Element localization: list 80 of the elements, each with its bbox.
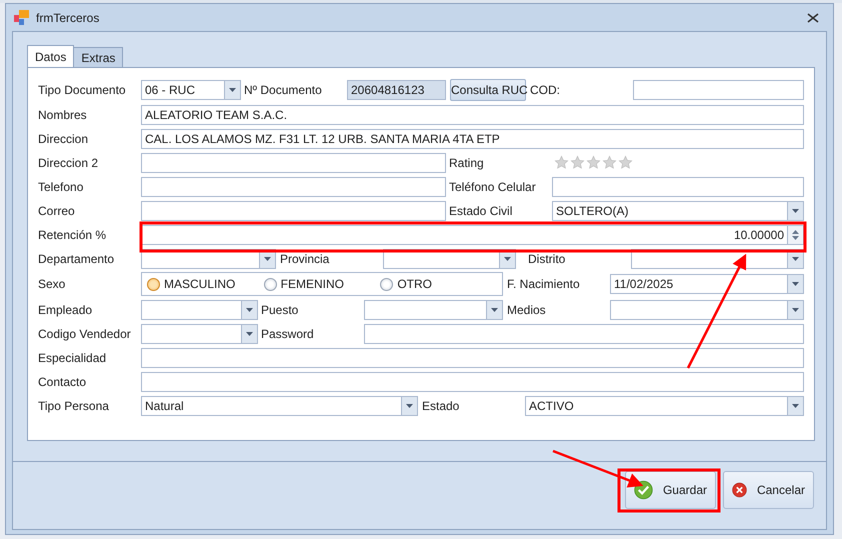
dropdown[interactable] xyxy=(610,300,804,320)
caret-icon xyxy=(792,208,799,212)
field-label: Estado Civil xyxy=(449,202,512,220)
dropdown[interactable]: 11/02/2025 xyxy=(610,274,804,294)
field-label: Password xyxy=(261,326,314,342)
tab[interactable]: Extras xyxy=(74,47,124,67)
caret-icon xyxy=(229,88,236,92)
radio-option[interactable]: OTRO xyxy=(380,275,498,293)
input-field[interactable] xyxy=(141,372,804,392)
star-icon[interactable] xyxy=(618,155,633,170)
number-field[interactable]: 10.00000 xyxy=(141,224,804,244)
field-label: Departamento xyxy=(38,250,114,268)
field-label: Contacto xyxy=(38,374,86,390)
field-label: Nombres xyxy=(38,106,87,124)
close-icon[interactable] xyxy=(807,12,819,22)
field-label: Direccion xyxy=(38,130,88,148)
input-field[interactable] xyxy=(141,152,446,172)
input-field[interactable] xyxy=(141,200,446,220)
caret-icon xyxy=(792,256,799,260)
radio-button[interactable] xyxy=(264,278,277,290)
star-rating[interactable] xyxy=(554,155,633,170)
input-field[interactable] xyxy=(633,80,804,100)
consult-button[interactable]: Consulta RUC xyxy=(450,79,526,101)
field-label: Teléfono Celular xyxy=(449,178,536,196)
field-label: Distrito xyxy=(528,250,566,268)
star-icon[interactable] xyxy=(602,155,617,170)
app-logo-icon xyxy=(14,10,30,26)
dropdown[interactable] xyxy=(364,300,503,320)
radio-button[interactable] xyxy=(380,278,394,290)
dropdown[interactable]: 06 - RUC xyxy=(141,80,241,100)
field-label: Tipo Documento xyxy=(38,82,126,99)
field-label: Retención % xyxy=(38,226,106,244)
radio-option[interactable]: MASCULINO xyxy=(147,275,264,293)
field-label: F. Nacimiento xyxy=(507,276,580,293)
field-label: Tipo Persona xyxy=(38,398,109,414)
star-icon[interactable] xyxy=(570,155,585,170)
radio-button[interactable] xyxy=(147,278,160,290)
window-title: frmTerceros xyxy=(36,10,100,26)
field-label: Nº Documento xyxy=(244,82,322,99)
input-field[interactable]: 20604816123 xyxy=(347,80,446,100)
input-field[interactable] xyxy=(141,176,446,196)
field-label: Correo xyxy=(38,202,75,220)
caret-icon xyxy=(792,308,799,312)
field-label: Especialidad xyxy=(38,350,106,366)
radio-option[interactable]: FEMENINO xyxy=(264,275,380,293)
dropdown[interactable]: Natural xyxy=(141,396,418,416)
input-field[interactable]: CAL. LOS ALAMOS MZ. F31 LT. 12 URB. SANTA MARIA 4TA ETP xyxy=(141,128,804,148)
field-label: Telefono xyxy=(38,178,84,196)
tab[interactable]: Datos xyxy=(27,45,74,67)
input-field[interactable]: ALEATORIO TEAM S.A.C. xyxy=(141,104,804,124)
caret-icon xyxy=(246,308,253,312)
caret-icon xyxy=(504,256,511,260)
input-field[interactable] xyxy=(141,348,804,368)
field-label: Codigo Vendedor xyxy=(38,326,131,342)
input-field[interactable] xyxy=(552,176,804,196)
field-label: Provincia xyxy=(280,250,330,268)
field-label: Medios xyxy=(507,302,546,318)
caret-icon xyxy=(491,308,498,312)
field-label: Puesto xyxy=(261,302,298,318)
field-label: Estado xyxy=(422,398,460,414)
field-label: COD: xyxy=(530,82,560,99)
spin-arrows-icon xyxy=(792,230,799,240)
dropdown[interactable]: ACTIVO xyxy=(525,396,804,416)
cancel-button[interactable]: Cancelar xyxy=(723,471,814,509)
caret-icon xyxy=(246,332,253,336)
dropdown[interactable]: SOLTERO(A) xyxy=(552,200,804,220)
dropdown[interactable] xyxy=(141,324,258,344)
caret-icon xyxy=(264,256,271,260)
dropdown[interactable] xyxy=(141,300,258,320)
caret-icon xyxy=(792,404,799,408)
star-icon[interactable] xyxy=(554,155,569,170)
caret-icon xyxy=(792,282,799,286)
field-label: Direccion 2 xyxy=(38,154,98,172)
caret-icon xyxy=(406,404,413,408)
field-label: Rating xyxy=(449,154,484,172)
field-label: Sexo xyxy=(38,276,66,293)
star-icon[interactable] xyxy=(586,155,601,170)
save-button[interactable]: Guardar xyxy=(625,471,716,509)
field-label: Empleado xyxy=(38,302,92,318)
input-field[interactable] xyxy=(364,324,804,344)
